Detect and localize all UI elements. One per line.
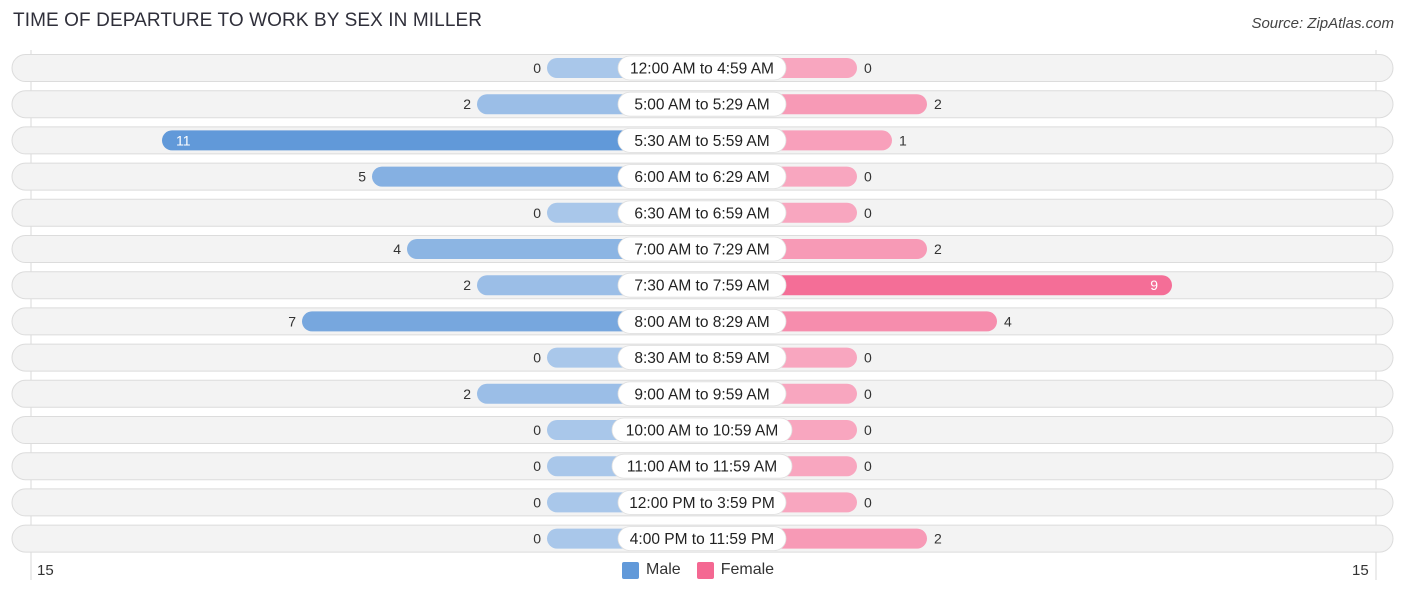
value-label-male: 0 <box>533 60 541 76</box>
value-label-female: 2 <box>934 96 942 112</box>
category-label: 7:30 AM to 7:59 AM <box>634 278 769 295</box>
value-label-male: 7 <box>288 313 296 329</box>
value-label-male: 2 <box>463 386 471 402</box>
legend-item-male[interactable]: Male <box>622 561 681 579</box>
category-label: 5:30 AM to 5:59 AM <box>634 133 769 150</box>
value-label-female: 0 <box>864 386 872 402</box>
value-label-male: 0 <box>533 422 541 438</box>
value-label-female: 1 <box>899 132 907 148</box>
value-label-male: 4 <box>393 241 401 257</box>
value-label-female: 0 <box>864 494 872 510</box>
category-label: 10:00 AM to 10:59 AM <box>626 423 779 440</box>
value-label-male: 5 <box>358 169 366 185</box>
category-label: 8:30 AM to 8:59 AM <box>634 350 769 367</box>
value-label-male: 11 <box>176 132 191 148</box>
chart-area: 0 0 12:00 AM to 4:59 AM 2 2 5:00 AM to 5:29 A… <box>11 50 1394 580</box>
value-label-male: 0 <box>533 494 541 510</box>
category-label: 6:00 AM to 6:29 AM <box>634 169 769 186</box>
value-label-female: 2 <box>934 531 942 547</box>
category-label: 7:00 AM to 7:29 AM <box>634 242 769 259</box>
value-label-female: 0 <box>864 60 872 76</box>
legend-label-male: Male <box>646 561 681 578</box>
value-label-female: 2 <box>934 241 942 257</box>
legend-label-female: Female <box>720 561 775 578</box>
value-label-female: 9 <box>1150 277 1158 293</box>
legend: Male Female <box>622 561 782 579</box>
value-label-female: 0 <box>864 350 872 366</box>
value-label-female: 0 <box>864 205 872 221</box>
legend-swatch-male <box>622 561 639 579</box>
legend-swatch-female <box>696 561 714 579</box>
value-label-female: 0 <box>864 422 872 438</box>
value-label-male: 0 <box>533 531 541 547</box>
value-label-male: 0 <box>533 458 541 474</box>
category-label: 11:00 AM to 11:59 AM <box>627 459 777 476</box>
value-label-female: 0 <box>864 169 872 185</box>
value-label-male: 0 <box>533 205 541 221</box>
value-label-female: 0 <box>864 458 872 474</box>
axis-left-max-label: 15 <box>37 562 54 579</box>
category-label: 8:00 AM to 8:29 AM <box>634 314 769 331</box>
value-label-female: 4 <box>1004 313 1012 329</box>
axis-right-max-label: 15 <box>1352 562 1369 579</box>
category-label: 6:30 AM to 6:59 AM <box>634 205 769 222</box>
value-label-male: 2 <box>463 277 471 293</box>
value-label-male: 2 <box>463 96 471 112</box>
category-label: 12:00 PM to 3:59 PM <box>629 495 775 512</box>
category-label: 12:00 AM to 4:59 AM <box>630 61 774 78</box>
value-label-male: 0 <box>533 350 541 366</box>
category-label: 5:00 AM to 5:29 AM <box>634 97 769 114</box>
category-label: 4:00 PM to 11:59 PM <box>630 531 774 548</box>
category-label: 9:00 AM to 9:59 AM <box>634 386 769 403</box>
legend-item-female[interactable]: Female <box>696 561 775 579</box>
